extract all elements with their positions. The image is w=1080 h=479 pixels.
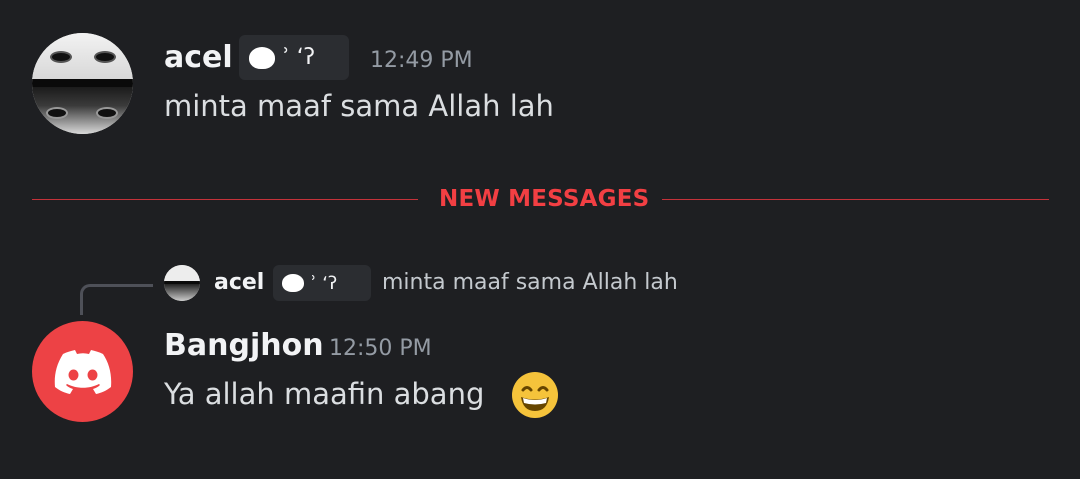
- avatar-bangjhon[interactable]: [32, 321, 133, 422]
- divider-line-right: [662, 199, 1049, 200]
- reply-user-tag-badge[interactable]: ʾ ʻʔ: [273, 265, 371, 301]
- username-bangjhon[interactable]: Bangjhon: [164, 328, 324, 363]
- message-text: Ya allah maafin abang: [164, 377, 485, 411]
- reply-avatar-acel[interactable]: [164, 265, 200, 301]
- timestamp[interactable]: 12:50 PM: [329, 336, 432, 361]
- discord-logo-icon: [54, 349, 111, 394]
- new-messages-divider-label: NEW MESSAGES: [439, 186, 650, 212]
- divider-line-left: [32, 199, 418, 200]
- username-acel[interactable]: acel: [164, 40, 233, 75]
- timestamp[interactable]: 12:49 PM: [370, 48, 473, 73]
- reply-tag-text: ʾ ʻʔ: [311, 272, 338, 294]
- heart-icon: [249, 46, 275, 69]
- message-text: minta maaf sama Allah lah: [164, 89, 554, 123]
- avatar-acel[interactable]: [32, 33, 133, 134]
- tag-text: ʾ ʻʔ: [283, 45, 315, 70]
- reply-spine: [80, 284, 153, 315]
- reply-preview-text[interactable]: minta maaf sama Allah lah: [382, 270, 678, 295]
- heart-icon: [282, 274, 304, 292]
- chat-view: acel ʾ ʻʔ 12:49 PM minta maaf sama Allah…: [0, 0, 1080, 479]
- grinning-face-emoji[interactable]: [511, 371, 559, 419]
- user-tag-badge[interactable]: ʾ ʻʔ: [239, 35, 349, 80]
- reply-username[interactable]: acel: [214, 270, 264, 295]
